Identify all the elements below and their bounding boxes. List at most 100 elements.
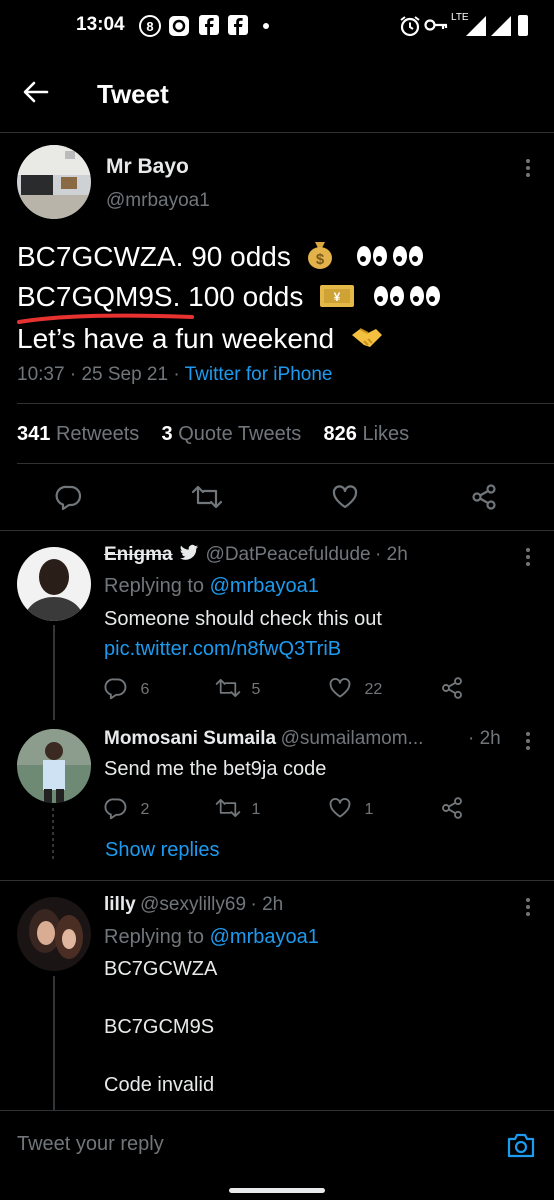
retweet-icon: [215, 678, 241, 698]
reply-like-button[interactable]: 1: [328, 796, 373, 820]
camera-icon: [507, 1133, 535, 1158]
reply-retweet-button[interactable]: 1: [215, 796, 260, 820]
divider: [0, 530, 554, 531]
reply-icon: [55, 485, 82, 511]
more-vertical-icon: [526, 732, 530, 750]
reply-author-handle[interactable]: @sexylilly69: [140, 894, 246, 915]
thread-dotted-line: [52, 808, 54, 860]
reply-link[interactable]: pic.twitter.com/n8fwQ3TriB: [104, 638, 341, 661]
reply-share-button[interactable]: [440, 796, 464, 820]
reply-avatar[interactable]: [17, 547, 91, 621]
reply-time: 2h: [262, 894, 284, 915]
status-time: 13:04: [76, 14, 125, 35]
reply-like-button[interactable]: 22: [328, 676, 382, 700]
tweet-date: 25 Sep 21: [81, 364, 169, 385]
retweets-label: Retweets: [55, 423, 140, 445]
reply-comment-count: 6: [140, 681, 150, 698]
reply-more-button[interactable]: [518, 730, 538, 752]
reply-header: Momosani Sumaila @sumailamom...: [104, 728, 423, 750]
retweet-button[interactable]: [191, 483, 223, 511]
divider: [17, 463, 554, 464]
reply-retweet-button[interactable]: 5: [215, 676, 260, 700]
reply-button[interactable]: [55, 483, 83, 511]
eyes-emoji: [373, 284, 441, 308]
reply-author-name[interactable]: lilly: [104, 894, 136, 915]
reply-comment-button[interactable]: 6: [104, 676, 149, 700]
likes-label: Likes: [362, 423, 410, 445]
quote-tweets-count: 3: [161, 423, 173, 445]
facebook-icon: [228, 15, 248, 35]
reply-more-button[interactable]: [518, 896, 538, 918]
share-button[interactable]: [470, 483, 498, 511]
yen-banknote-emoji: ¥: [319, 283, 355, 309]
facebook-icon: [199, 15, 219, 35]
more-vertical-icon: [526, 898, 530, 916]
show-replies-link[interactable]: Show replies: [105, 839, 220, 862]
tweet-line-text: Let’s have a fun weekend: [17, 323, 335, 354]
reply-author-name[interactable]: Momosani Sumaila: [104, 728, 276, 749]
replying-to: Replying to @mrbayoa1: [104, 575, 319, 598]
reply-header: Enigma @DatPeacefuldude · 2h: [104, 544, 408, 565]
like-button[interactable]: [331, 483, 359, 511]
author-name[interactable]: Mr Bayo: [106, 155, 189, 179]
retweets-count: 341: [17, 423, 51, 445]
reply-avatar[interactable]: [17, 897, 91, 971]
status-bar: 13:04 8 LTE: [0, 0, 554, 52]
reply-retweet-count: 1: [251, 801, 261, 818]
back-button[interactable]: [22, 78, 50, 106]
reply-icon: [104, 798, 127, 820]
more-options-button[interactable]: [518, 157, 538, 179]
quote-tweets-stat[interactable]: 3 Quote Tweets: [162, 423, 302, 445]
signal-icon: [491, 16, 511, 36]
share-icon: [472, 484, 496, 510]
replying-to-handle[interactable]: @mrbayoa1: [210, 926, 319, 948]
reply-text-line: Code invalid: [104, 1074, 215, 1096]
reply-time: 2h: [386, 544, 408, 565]
author-avatar[interactable]: [17, 145, 91, 219]
reply-comment-button[interactable]: 2: [104, 796, 149, 820]
heart-icon: [332, 485, 358, 509]
gesture-nav-bar[interactable]: [229, 1188, 325, 1193]
reply-time: 2h: [479, 728, 501, 749]
reply-author-name[interactable]: Enigma: [104, 544, 173, 565]
heart-icon: [329, 797, 351, 818]
reply-share-button[interactable]: [440, 676, 464, 700]
retweet-icon: [215, 798, 241, 818]
reply-icon: [104, 678, 127, 700]
tweet-source-link[interactable]: Twitter for iPhone: [185, 364, 333, 385]
signal-icon: [466, 16, 486, 36]
add-photo-button[interactable]: [506, 1131, 536, 1159]
reply-time-wrap: · 2h: [468, 728, 501, 749]
svg-text:8: 8: [146, 19, 153, 34]
reply-like-count: 22: [364, 681, 383, 698]
reply-author-handle[interactable]: @sumailamom...: [281, 728, 424, 749]
more-vertical-icon: [526, 159, 530, 177]
thread-line: [53, 976, 55, 1110]
reply-input[interactable]: Tweet your reply: [17, 1133, 164, 1156]
share-icon: [442, 677, 462, 699]
reply-avatar[interactable]: [17, 729, 91, 803]
replying-to-label: Replying to: [104, 575, 205, 597]
author-handle[interactable]: @mrbayoa1: [106, 190, 210, 212]
reply-comment-count: 2: [140, 801, 150, 818]
retweets-stat[interactable]: 341 Retweets: [17, 423, 139, 445]
thread-line: [53, 625, 55, 720]
share-icon: [442, 797, 462, 819]
vpn-key-icon: [424, 17, 448, 33]
tweet-line-3: Let’s have a fun weekend: [17, 323, 384, 355]
replying-to-label: Replying to: [104, 926, 205, 948]
reply-text: Someone should check this out: [104, 608, 382, 630]
tweet-line-text: BC7GCWZA. 90 odds: [17, 241, 291, 272]
replying-to-handle[interactable]: @mrbayoa1: [210, 575, 319, 597]
tweet-stats: 341 Retweets 3 Quote Tweets 826 Likes: [17, 423, 409, 446]
reply-text-line: BC7GCWZA: [104, 958, 218, 980]
reply-author-handle[interactable]: @DatPeacefuldude: [206, 544, 371, 565]
reply-more-button[interactable]: [518, 546, 538, 568]
money-bag-emoji: $: [305, 238, 335, 270]
more-notifications-dot: [263, 23, 269, 29]
likes-stat[interactable]: 826 Likes: [324, 423, 410, 445]
tweet-line-1: BC7GCWZA. 90 odds $: [17, 238, 424, 273]
divider: [0, 880, 554, 881]
alarm-icon: [399, 15, 421, 37]
replying-to: Replying to @mrbayoa1: [104, 926, 319, 949]
